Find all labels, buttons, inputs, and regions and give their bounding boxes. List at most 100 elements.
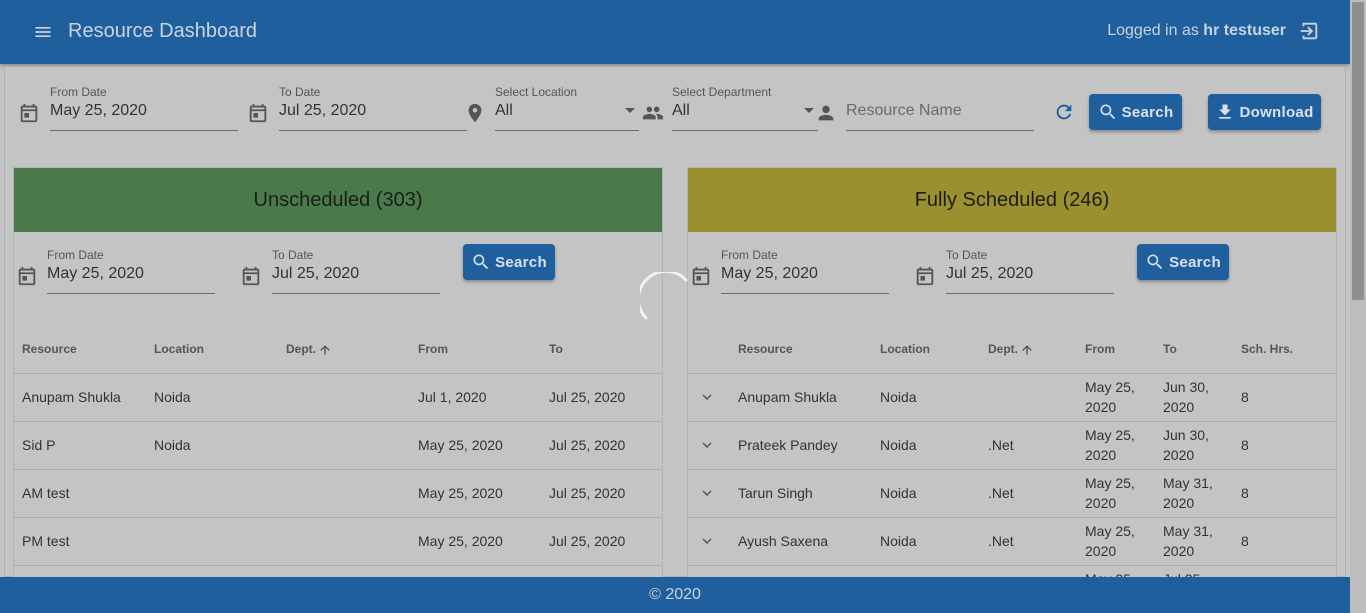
cell-from-year: 2020 xyxy=(1085,447,1117,463)
cell-resource: Prateek Pandey xyxy=(738,437,838,453)
location-select[interactable]: Select Location All xyxy=(495,85,639,131)
search-icon xyxy=(1100,104,1115,120)
scheduled-to-value[interactable]: Jul 25, 2020 xyxy=(946,265,1033,283)
cell-to: Jun 30, xyxy=(1163,427,1209,443)
footer-copyright: © 2020 xyxy=(649,586,701,603)
app-bar: Resource Dashboard Logged in as hr testu… xyxy=(0,0,1350,64)
cell-resource: Tarun Singh xyxy=(738,485,813,501)
cell-resource: Sid P xyxy=(22,437,56,453)
column-header-location[interactable]: Location xyxy=(154,342,204,356)
department-select-label: Select Department xyxy=(672,85,772,99)
fully-scheduled-title: Fully Scheduled (246) xyxy=(914,188,1110,211)
cell-resource: AM test xyxy=(22,485,70,501)
location-select-value[interactable]: All xyxy=(495,102,513,120)
chevron-down-icon[interactable] xyxy=(804,108,814,113)
cell-from: May 25, xyxy=(1085,523,1135,539)
cell-location: Noida xyxy=(154,389,191,405)
download-button-label: Download xyxy=(1239,103,1314,121)
location-select-label: Select Location xyxy=(495,85,578,99)
department-select-value[interactable]: All xyxy=(672,102,690,120)
column-header-from[interactable]: From xyxy=(1085,342,1115,356)
top-to-date-value[interactable]: Jul 25, 2020 xyxy=(279,102,366,120)
cell-to: Jul 25, 2020 xyxy=(549,389,626,405)
search-button-label: Search xyxy=(1121,103,1174,121)
cell-to-year: 2020 xyxy=(1163,543,1195,559)
cell-to: Jul 25, 2020 xyxy=(549,485,626,501)
cell-to: Jun 30, xyxy=(1163,379,1209,395)
sort-arrow-up-icon[interactable] xyxy=(318,343,332,357)
expand-chevron-icon[interactable] xyxy=(698,484,716,502)
column-header-to[interactable]: To xyxy=(1163,342,1177,356)
unscheduled-to-date-field[interactable]: To Date Jul 25, 2020 xyxy=(272,248,440,294)
column-header-dept[interactable]: Dept. xyxy=(988,342,1034,357)
unscheduled-search-label: Search xyxy=(495,253,547,271)
column-header-from[interactable]: From xyxy=(418,342,448,356)
scheduled-from-value[interactable]: May 25, 2020 xyxy=(721,265,818,283)
download-icon xyxy=(1219,104,1232,119)
logged-prefix: Logged in as xyxy=(1107,22,1204,39)
column-header-dept[interactable]: Dept. xyxy=(286,342,332,357)
refresh-icon[interactable] xyxy=(1053,101,1075,123)
unscheduled-to-value[interactable]: Jul 25, 2020 xyxy=(272,265,359,283)
calendar-icon[interactable] xyxy=(247,102,269,124)
location-pin-icon xyxy=(468,103,482,123)
column-header-sch-hrs[interactable]: Sch. Hrs. xyxy=(1241,342,1293,356)
unscheduled-panel: Unscheduled (303) From Date May 25, 2020… xyxy=(13,167,663,578)
cell-to-year: 2020 xyxy=(1163,447,1195,463)
top-from-date-field[interactable]: From Date May 25, 2020 xyxy=(50,85,238,131)
calendar-icon[interactable] xyxy=(914,265,936,287)
unscheduled-search-button[interactable]: Search xyxy=(463,244,555,280)
cell-resource: Ayush Saxena xyxy=(738,533,829,549)
unscheduled-from-value[interactable]: May 25, 2020 xyxy=(47,265,144,283)
column-header-to[interactable]: To xyxy=(549,342,563,356)
column-header-resource[interactable]: Resource xyxy=(22,342,77,356)
cell-to-year: 2020 xyxy=(1163,399,1195,415)
top-from-date-value[interactable]: May 25, 2020 xyxy=(50,102,147,120)
dept-header-label: Dept. xyxy=(286,342,316,356)
expand-chevron-icon[interactable] xyxy=(698,436,716,454)
scheduled-to-date-field[interactable]: To Date Jul 25, 2020 xyxy=(946,248,1114,294)
top-to-date-field[interactable]: To Date Jul 25, 2020 xyxy=(279,85,467,131)
chevron-down-icon[interactable] xyxy=(625,108,635,113)
scheduled-to-label: To Date xyxy=(946,248,988,262)
column-header-location[interactable]: Location xyxy=(880,342,930,356)
calendar-icon[interactable] xyxy=(16,265,38,287)
top-from-date-label: From Date xyxy=(50,85,107,99)
cell-location: Noida xyxy=(880,389,917,405)
unscheduled-from-label: From Date xyxy=(47,248,104,262)
department-select[interactable]: Select Department All xyxy=(672,85,818,131)
cell-from: May 25, 2020 xyxy=(418,485,503,501)
cell-dept: .Net xyxy=(988,533,1014,549)
cell-to: Jul 25, 2020 xyxy=(549,533,626,549)
person-icon xyxy=(818,105,834,121)
unscheduled-title: Unscheduled (303) xyxy=(253,188,423,211)
calendar-icon[interactable] xyxy=(18,102,40,124)
calendar-icon[interactable] xyxy=(240,265,262,287)
unscheduled-header: Unscheduled (303) xyxy=(14,168,662,232)
user-name: hr testuser xyxy=(1203,22,1286,39)
resource-name-placeholder[interactable]: Resource Name xyxy=(846,102,962,120)
page-scrollbar[interactable] xyxy=(1350,0,1366,613)
unscheduled-from-date-field[interactable]: From Date May 25, 2020 xyxy=(47,248,215,294)
menu-icon[interactable] xyxy=(33,22,53,42)
calendar-icon[interactable] xyxy=(690,265,712,287)
scheduled-from-label: From Date xyxy=(721,248,778,262)
expand-chevron-icon[interactable] xyxy=(698,388,716,406)
cell-sch-hrs: 8 xyxy=(1241,533,1249,549)
resource-name-input[interactable]: Resource Name xyxy=(846,85,1034,131)
cell-from: Jul 1, 2020 xyxy=(418,389,487,405)
scheduled-from-date-field[interactable]: From Date May 25, 2020 xyxy=(721,248,889,294)
cell-location: Noida xyxy=(154,437,191,453)
cell-sch-hrs: 8 xyxy=(1241,389,1249,405)
expand-chevron-icon[interactable] xyxy=(698,532,716,550)
logout-icon[interactable] xyxy=(1298,20,1320,42)
fully-scheduled-panel: Fully Scheduled (246) From Date May 25, … xyxy=(687,167,1337,578)
scrollbar-thumb[interactable] xyxy=(1352,2,1364,300)
unscheduled-to-label: To Date xyxy=(272,248,314,262)
cell-location: Noida xyxy=(880,437,917,453)
search-button[interactable]: Search xyxy=(1089,94,1182,130)
sort-arrow-up-icon[interactable] xyxy=(1020,343,1034,357)
column-header-resource[interactable]: Resource xyxy=(738,342,793,356)
scheduled-search-button[interactable]: Search xyxy=(1137,244,1229,280)
download-button[interactable]: Download xyxy=(1208,94,1321,130)
